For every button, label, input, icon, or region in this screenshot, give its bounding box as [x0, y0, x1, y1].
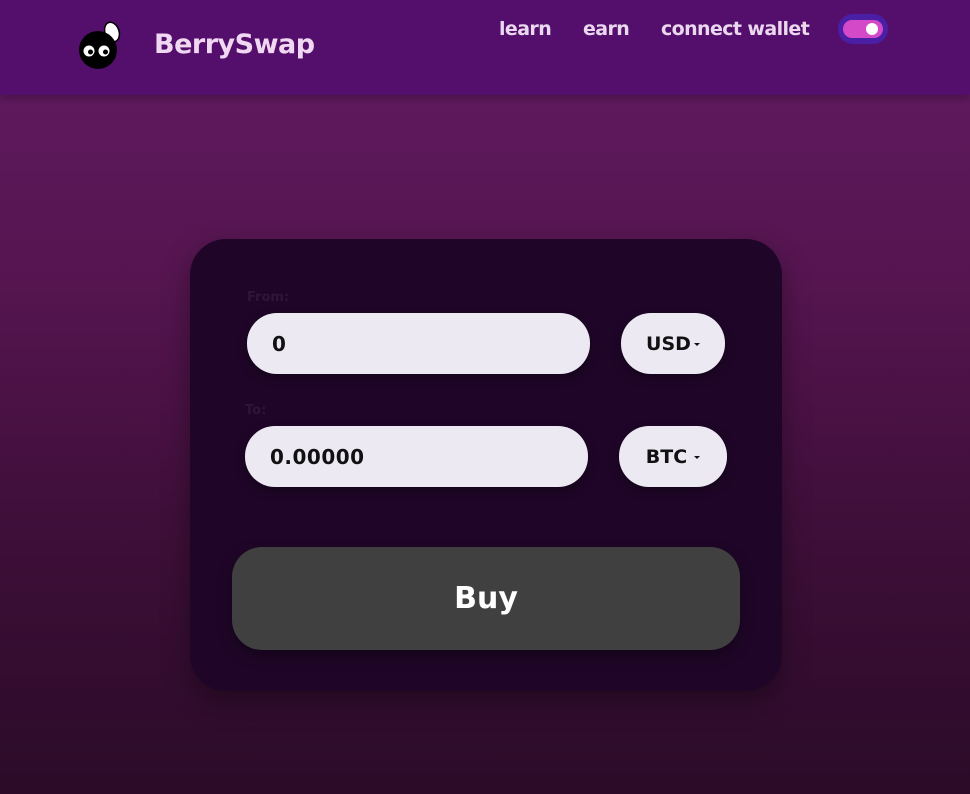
- berry-mascot-icon[interactable]: [76, 20, 124, 72]
- brand-name[interactable]: BerrySwap: [154, 29, 315, 60]
- to-currency-select[interactable]: BTC: [619, 426, 727, 487]
- to-label: To:: [245, 403, 267, 418]
- from-label: From:: [247, 290, 290, 305]
- theme-toggle[interactable]: [838, 14, 888, 44]
- buy-button[interactable]: Buy: [232, 547, 740, 650]
- nav-link-learn[interactable]: learn: [499, 18, 552, 40]
- caret-down-icon: [693, 343, 700, 346]
- toggle-knob: [866, 23, 878, 35]
- nav-link-earn[interactable]: earn: [583, 18, 630, 40]
- to-currency-label: BTC: [645, 445, 688, 468]
- navbar: BerrySwap learn earn connect wallet: [0, 0, 970, 95]
- from-currency-select[interactable]: USD: [621, 313, 725, 374]
- connect-wallet-link[interactable]: connect wallet: [661, 18, 810, 40]
- caret-down-icon: [694, 456, 701, 459]
- from-currency-label: USD: [646, 332, 691, 355]
- from-amount-input[interactable]: 0: [247, 313, 590, 374]
- to-amount-input[interactable]: 0.00000: [245, 426, 588, 487]
